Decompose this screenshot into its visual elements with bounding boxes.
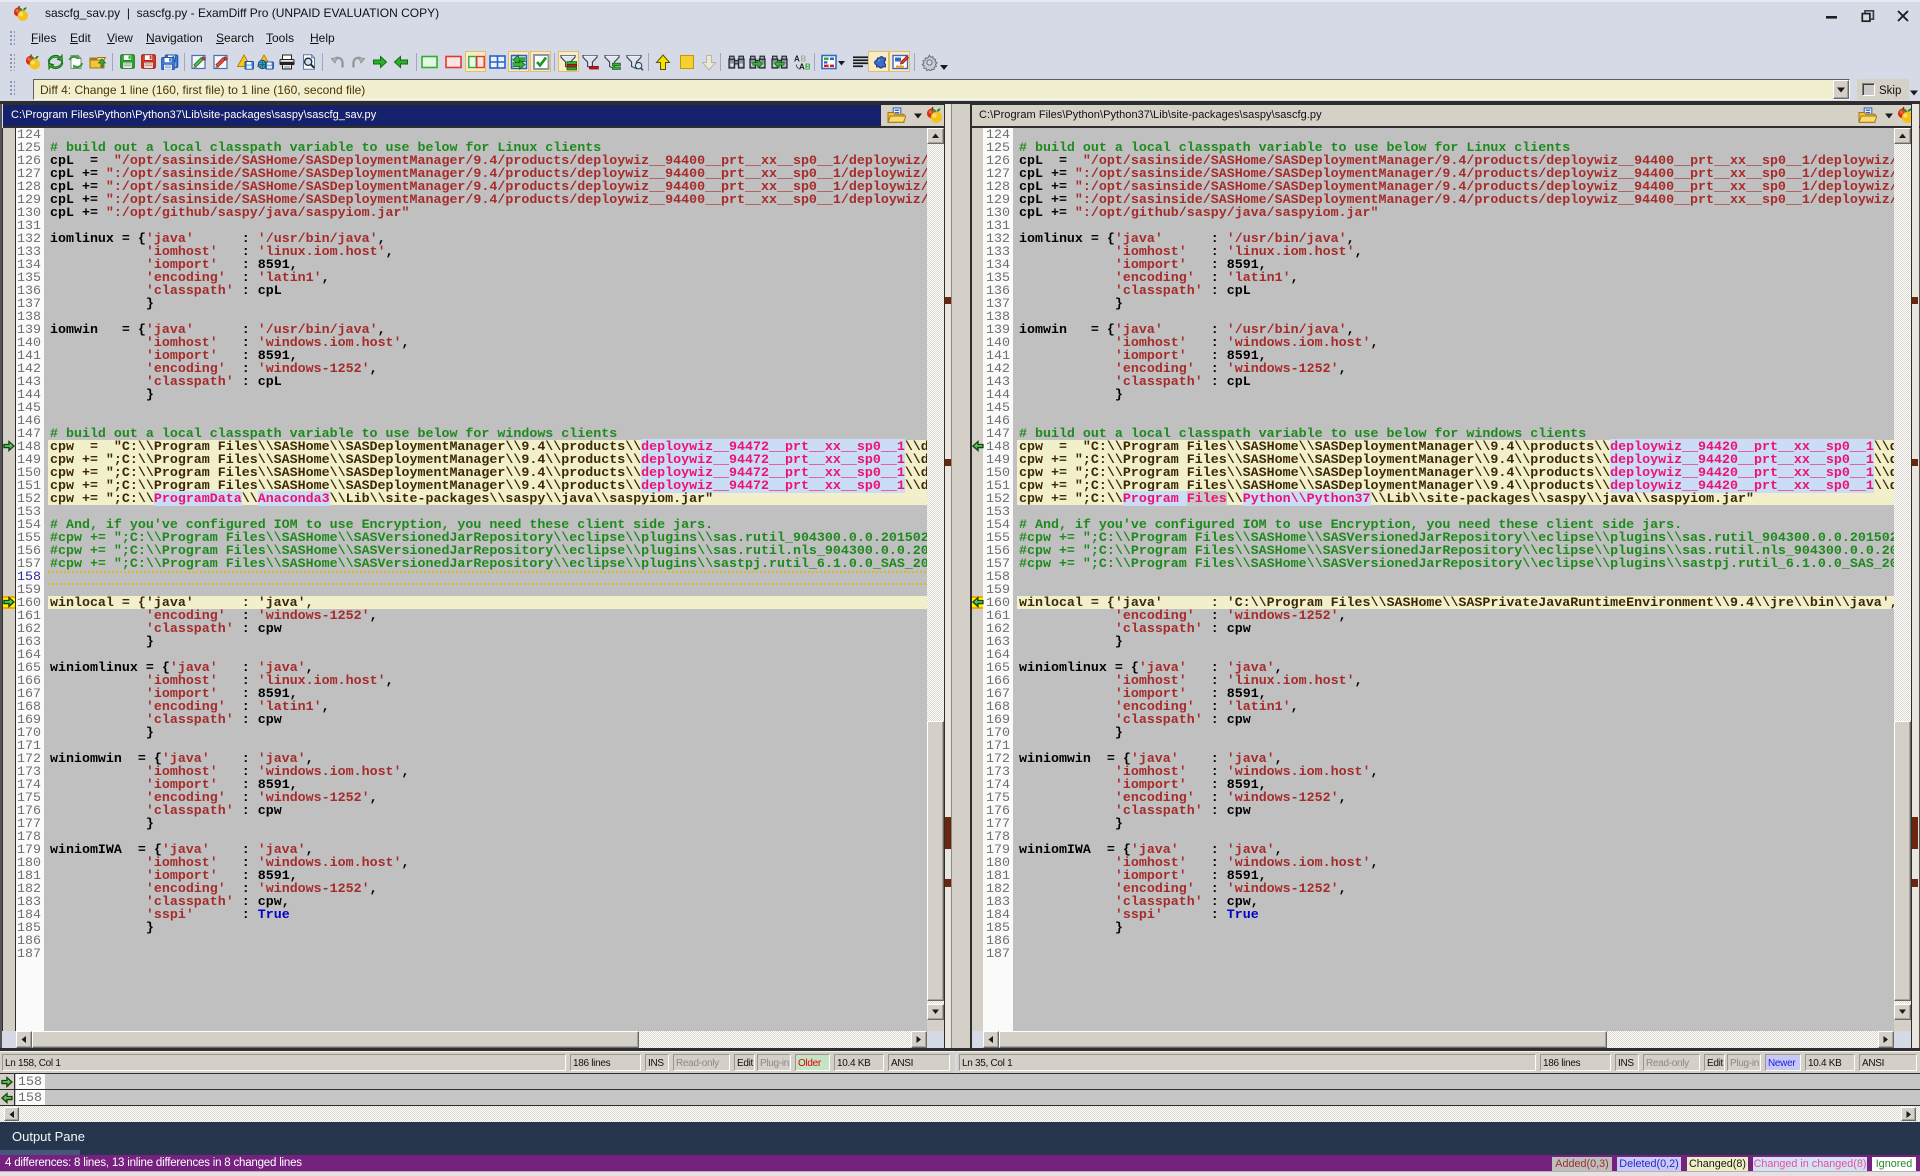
svg-text:B: B	[805, 63, 810, 71]
